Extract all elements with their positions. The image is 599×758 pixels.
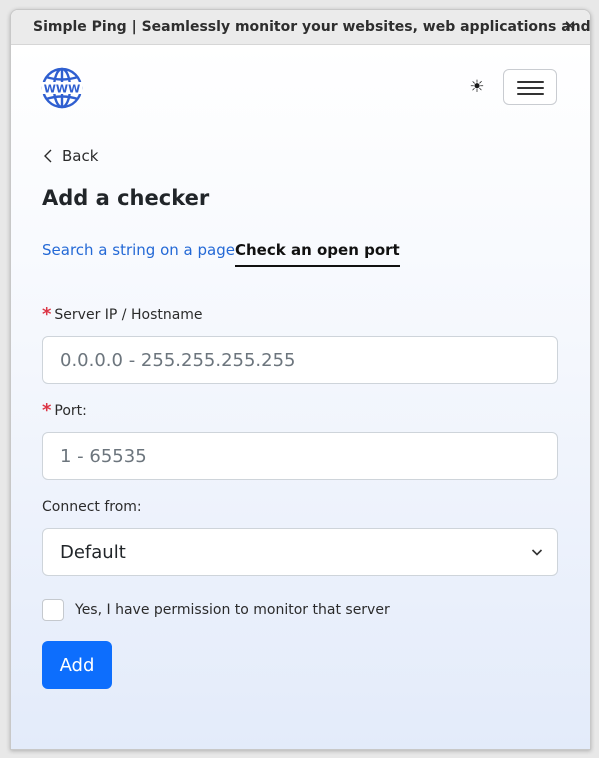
connect-from-value: Default bbox=[60, 541, 126, 563]
permission-checkbox[interactable] bbox=[42, 599, 64, 621]
chevron-down-icon bbox=[531, 549, 543, 556]
port-input[interactable] bbox=[42, 432, 558, 480]
server-ip-input[interactable] bbox=[42, 336, 558, 384]
connect-from-label: Connect from: bbox=[42, 499, 142, 515]
browser-window: Simple Ping | Seamlessly monitor your we… bbox=[10, 9, 591, 750]
permission-label[interactable]: Yes, I have permission to monitor that s… bbox=[75, 602, 390, 618]
window-titlebar: Simple Ping | Seamlessly monitor your we… bbox=[11, 10, 590, 45]
add-button[interactable]: Add bbox=[42, 641, 112, 689]
back-label: Back bbox=[62, 147, 99, 165]
menu-toggle-button[interactable] bbox=[503, 69, 557, 105]
server-label: * Server IP / Hostname bbox=[42, 304, 203, 325]
server-label-text: Server IP / Hostname bbox=[54, 307, 203, 323]
tab-search-string[interactable]: Search a string on a page bbox=[42, 241, 235, 259]
page-content: WWW ☀ Back Add a checker Search a string… bbox=[11, 45, 590, 749]
window-title: Simple Ping | Seamlessly monitor your we… bbox=[33, 19, 591, 35]
chevron-left-icon bbox=[44, 149, 52, 163]
back-link[interactable]: Back bbox=[42, 147, 98, 165]
port-label-text: Port: bbox=[54, 403, 87, 419]
www-globe-icon[interactable]: WWW bbox=[41, 67, 83, 109]
tab-check-port[interactable]: Check an open port bbox=[235, 241, 400, 267]
required-asterisk-icon: * bbox=[42, 400, 52, 421]
connect-from-select[interactable]: Default bbox=[42, 528, 558, 576]
close-icon[interactable]: ✕ bbox=[562, 17, 578, 35]
hamburger-icon-bar-1 bbox=[517, 81, 544, 83]
hamburger-icon-bar-2 bbox=[517, 87, 544, 89]
page-title: Add a checker bbox=[42, 186, 210, 210]
port-label: * Port: bbox=[42, 400, 87, 421]
sun-icon[interactable]: ☀ bbox=[467, 77, 487, 97]
required-asterisk-icon: * bbox=[42, 304, 52, 325]
logo-text: WWW bbox=[44, 83, 80, 96]
hamburger-icon-bar-3 bbox=[517, 93, 544, 95]
